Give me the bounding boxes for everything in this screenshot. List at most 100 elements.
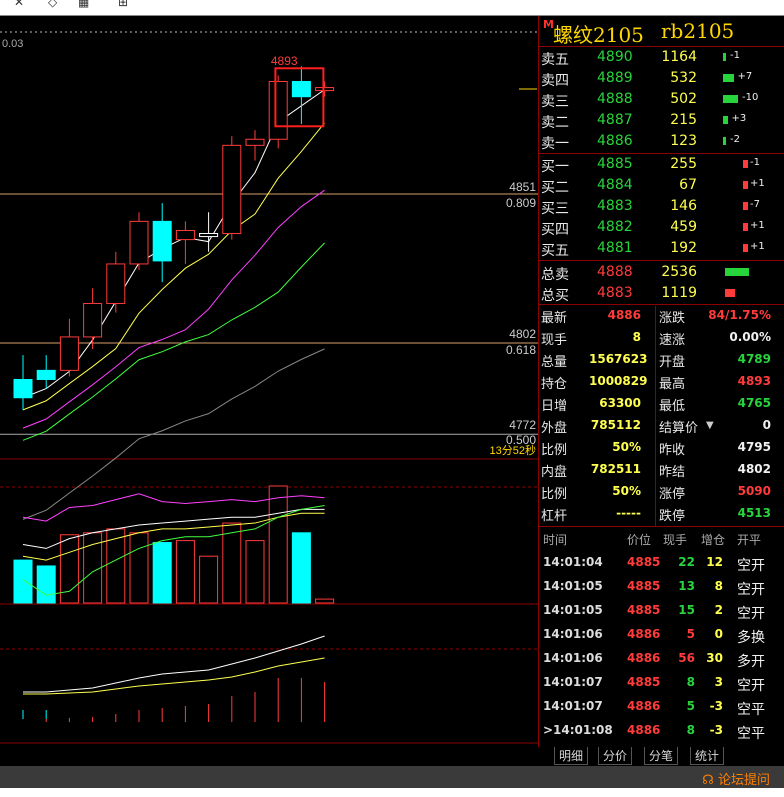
stat-label: 总量 xyxy=(541,355,568,370)
tab-detail[interactable]: 明细 xyxy=(554,747,589,765)
chart-label: 0.809 xyxy=(506,196,536,210)
bid-change: +1 xyxy=(750,241,765,252)
divider xyxy=(655,394,656,416)
ask-label: 卖一 xyxy=(541,136,569,152)
volume-bar xyxy=(129,532,149,604)
ask-price: 4889 xyxy=(597,70,633,86)
trade-type: 空开 xyxy=(737,606,765,622)
tab-price[interactable]: 分价 xyxy=(598,747,633,765)
trade-qty: 13 xyxy=(678,579,695,593)
volume-bar xyxy=(291,532,311,604)
bid-change: +1 xyxy=(750,220,765,231)
candle-body[interactable] xyxy=(36,369,56,380)
stat-row: 比例 50% 昨收 4795 xyxy=(539,438,784,460)
trade-type: 多开 xyxy=(737,654,765,670)
trade-oi: 3 xyxy=(714,675,723,689)
volume-bar xyxy=(175,540,195,604)
total-bar xyxy=(725,268,749,276)
volume-bar xyxy=(222,522,242,604)
stat-row: 日增 63300 最低 4765 xyxy=(539,394,784,416)
forum-label: 论坛提问 xyxy=(717,773,770,788)
ask-price: 4887 xyxy=(597,112,633,128)
stat-label: 外盘 xyxy=(541,421,568,436)
trade-row: 14:01:07 4886 5 -3 空平 xyxy=(539,694,784,718)
trade-qty: 22 xyxy=(678,555,695,569)
ma-line xyxy=(22,189,325,429)
trade-time: 14:01:04 xyxy=(543,555,603,569)
toolbar-icon[interactable]: ◇ xyxy=(48,0,57,9)
bid-price: 4885 xyxy=(597,156,633,172)
divider xyxy=(655,306,656,328)
bid-row: 买一 4885 255 -1 xyxy=(539,154,784,175)
header-oi: 增仓 xyxy=(701,533,726,547)
trade-time: 14:01:05 xyxy=(543,579,603,593)
trades-header: 时间 价位 现手 增仓 开平 xyxy=(539,526,784,550)
stat-value: 5090 xyxy=(737,484,771,498)
ask-change: -2 xyxy=(730,134,740,145)
candle-body[interactable] xyxy=(13,378,33,399)
ask-volume: 502 xyxy=(670,91,697,107)
candle-body[interactable] xyxy=(83,302,103,338)
bid-volume: 146 xyxy=(670,198,697,214)
trade-time: >14:01:08 xyxy=(543,723,613,737)
chart-label: 4851 xyxy=(509,180,536,194)
trade-type: 空平 xyxy=(737,726,765,742)
candle-body[interactable] xyxy=(199,233,219,238)
bid-change: -1 xyxy=(750,157,760,168)
total-row: 总买 4883 1119 xyxy=(539,283,784,304)
candle-body[interactable] xyxy=(268,80,288,140)
forum-link[interactable]: ☊ 论坛提问 xyxy=(702,769,770,788)
toolbar-icon[interactable]: ▦ xyxy=(78,0,89,9)
change-bar xyxy=(743,223,748,231)
toolbar-icon[interactable]: ⊞ xyxy=(118,0,128,9)
bid-label: 买四 xyxy=(541,222,569,238)
stat-value: 785112 xyxy=(590,418,641,432)
stat-value: 0.00% xyxy=(729,330,771,344)
dropdown-icon[interactable]: ▼ xyxy=(706,420,714,431)
stat-label: 现手 xyxy=(541,333,568,348)
candle-body[interactable] xyxy=(106,263,126,304)
trade-oi: -3 xyxy=(709,699,723,713)
candle-body[interactable] xyxy=(315,87,335,92)
divider xyxy=(655,328,656,350)
trade-oi: 2 xyxy=(714,603,723,617)
volume-bar xyxy=(199,555,219,604)
change-bar xyxy=(743,160,748,168)
candle-body[interactable] xyxy=(291,80,311,98)
trade-price: 4885 xyxy=(627,555,661,569)
stat-label: 昨结 xyxy=(659,465,686,480)
stat-value: 8 xyxy=(632,330,641,344)
ask-change: -10 xyxy=(742,92,759,103)
stat-value: 50% xyxy=(612,484,641,498)
ask-volume: 1164 xyxy=(661,49,697,65)
bid-row: 买四 4882 459 +1 xyxy=(539,217,784,238)
candle-body[interactable] xyxy=(222,144,242,235)
trade-oi: 8 xyxy=(714,579,723,593)
bid-volume: 459 xyxy=(670,219,697,235)
stat-value: 1567623 xyxy=(589,352,648,366)
trade-type: 空开 xyxy=(737,558,765,574)
stat-value: 4802 xyxy=(737,462,771,476)
header-type: 开平 xyxy=(737,533,762,547)
volume-bar xyxy=(268,485,288,604)
kline-chart[interactable]: 0.03489348510.80948020.61847720.50013分52… xyxy=(0,16,538,766)
ask-row: 卖一 4886 123 -2 xyxy=(539,131,784,152)
ask-label: 卖二 xyxy=(541,115,569,131)
stat-row: 外盘 785112 结算价 0 xyxy=(539,416,784,438)
stat-label: 最高 xyxy=(659,377,686,392)
toolbar-icon[interactable]: ✕ xyxy=(14,0,24,9)
ask-change: +3 xyxy=(731,113,747,124)
candle-body[interactable] xyxy=(245,138,265,146)
candle-body[interactable] xyxy=(129,220,149,265)
candle-body[interactable] xyxy=(175,229,195,241)
stat-value: 0 xyxy=(762,418,771,432)
candle-body[interactable] xyxy=(152,220,172,262)
tab-stats[interactable]: 统计 xyxy=(690,747,725,765)
trade-oi: 30 xyxy=(706,651,723,665)
trade-time: 14:01:06 xyxy=(543,627,603,641)
candle-body[interactable] xyxy=(59,336,79,371)
stat-value: 782511 xyxy=(590,462,641,476)
tab-ticks[interactable]: 分笔 xyxy=(644,747,679,765)
change-bar xyxy=(743,181,748,189)
trade-oi: 0 xyxy=(714,627,723,641)
